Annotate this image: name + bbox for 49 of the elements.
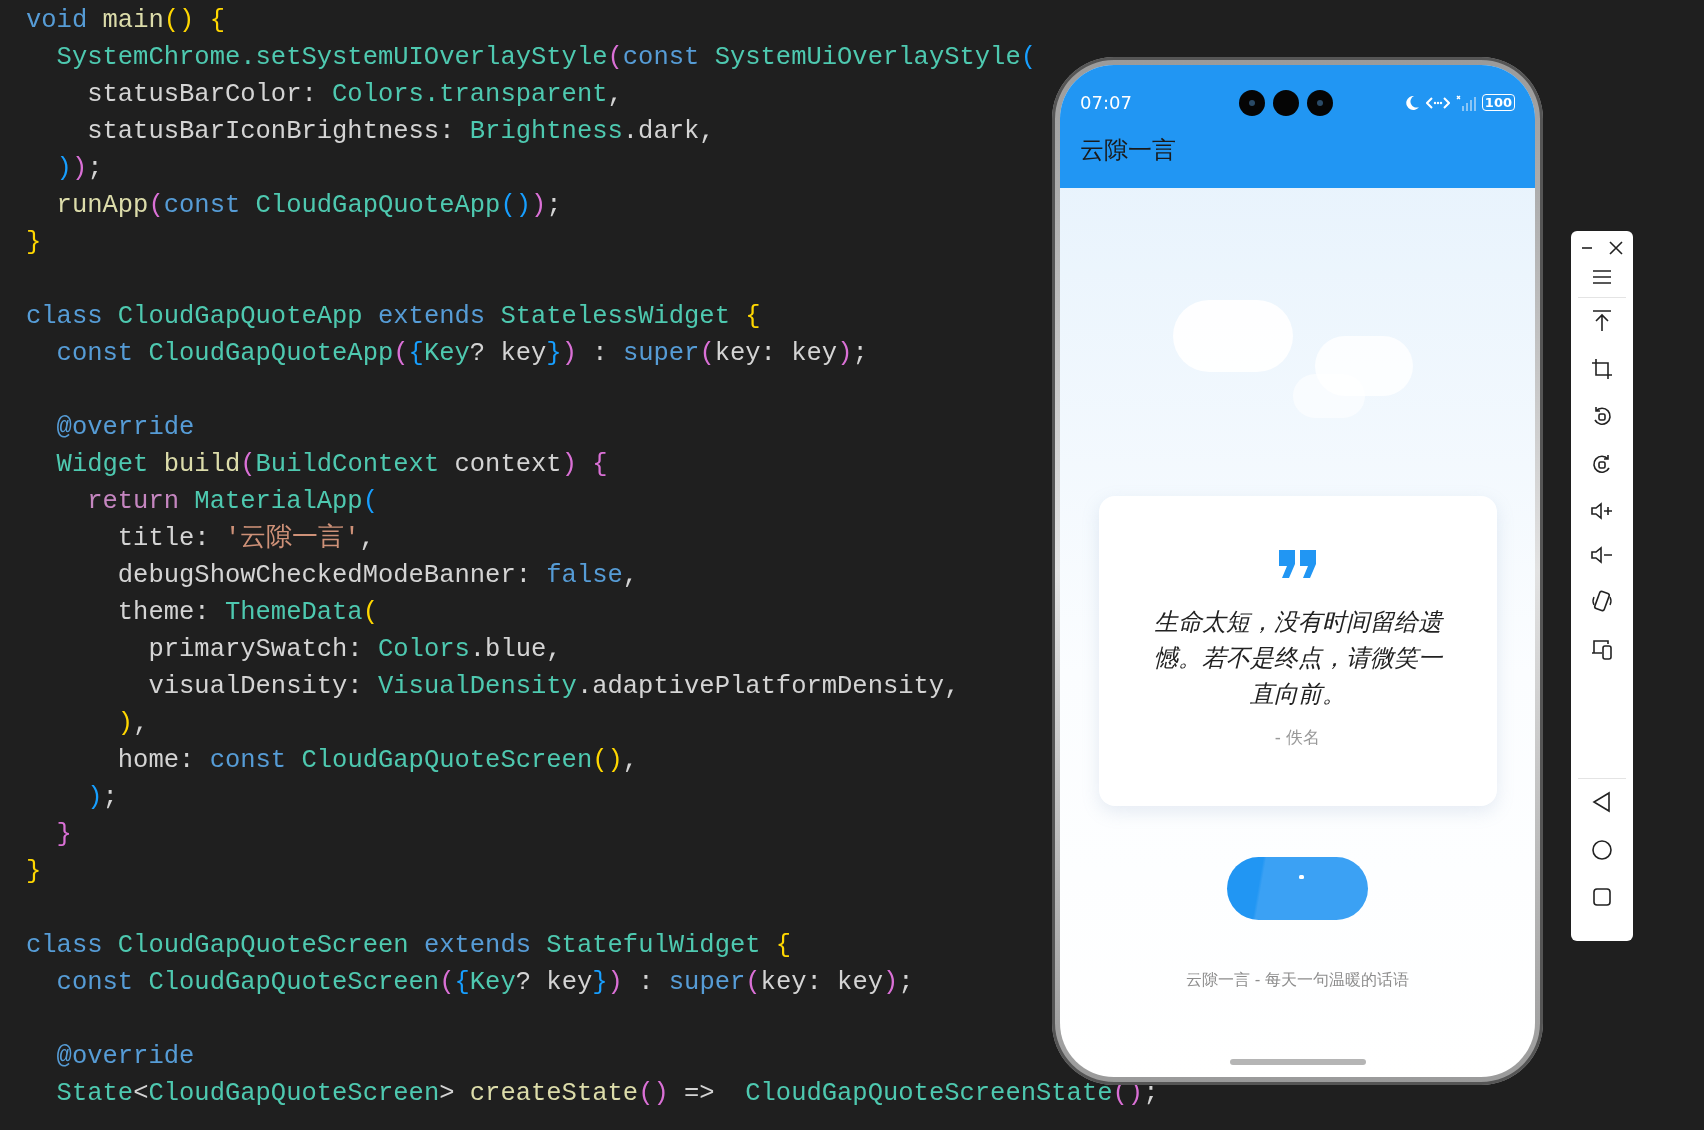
code-line: @override [55, 1041, 195, 1073]
code-line: const CloudGapQuoteApp({Key? key}) : super(key: key); [55, 338, 868, 370]
app-title: 云隙一言 [1080, 135, 1177, 166]
footer-text: 云隙一言 - 每天一句温暖的话语 [1185, 970, 1410, 991]
code-line: visualDensity: VisualDensity.adaptivePlatformDensity, [147, 671, 960, 703]
code-line: statusBarIconBrightness: Brightness.dark, [86, 116, 715, 148]
code-line: class CloudGapQuoteScreen extends StatefulWidget { [26, 930, 792, 962]
code-line: return MaterialApp( [86, 486, 378, 518]
code-line: const CloudGapQuoteScreen({Key? key}) : super(key: key); [55, 967, 914, 999]
loading-icon [1299, 875, 1304, 879]
code-line: debugShowCheckedModeBanner: false, [116, 560, 639, 592]
code-line: } [26, 856, 42, 888]
code-line: title: '云隙一言', [116, 522, 375, 555]
code-line: statusBarColor: Colors.transparent, [86, 79, 623, 111]
code-line: void main() { [26, 5, 225, 37]
arrow-up-icon[interactable] [1592, 310, 1612, 332]
quote-icon [1278, 550, 1317, 578]
quote-text: 生命太短，没有时间留给遗憾。若不是终点，请微笑一直向前。 [1152, 607, 1445, 710]
signal-icon [1455, 94, 1476, 111]
code-line: Widget build(BuildContext context) { [55, 449, 608, 481]
rotate-left-icon[interactable] [1591, 406, 1613, 428]
volume-up-icon[interactable] [1591, 502, 1613, 520]
code-line: } [55, 819, 72, 851]
code-line: } [26, 227, 42, 259]
devices-icon[interactable] [1591, 638, 1613, 660]
code-line: @override [55, 412, 195, 444]
crop-icon[interactable] [1591, 358, 1613, 380]
code-line: home: const CloudGapQuoteScreen(), [116, 745, 639, 777]
rotate-right-icon[interactable] [1591, 454, 1613, 476]
battery-level: 100 [1481, 94, 1515, 111]
moon-icon [1403, 94, 1420, 111]
code-line: class CloudGapQuoteApp extends StatelessWidget { [26, 301, 761, 333]
code-line: runApp(const CloudGapQuoteApp()); [55, 190, 562, 222]
quote-author: - 佚名 [1274, 726, 1321, 749]
recent-apps-icon[interactable] [1592, 887, 1612, 907]
volume-down-icon[interactable] [1591, 546, 1613, 564]
back-icon[interactable] [1592, 791, 1612, 813]
code-line: ), [116, 708, 149, 740]
close-icon[interactable] [1609, 241, 1623, 255]
code-line: SystemChrome.setSystemUIOverlayStyle(const SystemUiOverlayStyle( [55, 42, 1036, 74]
data-transfer-icon [1425, 95, 1450, 110]
code-line: theme: ThemeData( [116, 597, 378, 629]
code-line: primarySwatch: Colors.blue, [147, 634, 562, 666]
status-time: 07:07 [1080, 92, 1132, 113]
code-line: ); [86, 782, 118, 814]
phone-rotate-icon[interactable] [1591, 590, 1613, 612]
menu-icon[interactable] [1592, 269, 1612, 285]
home-icon[interactable] [1591, 839, 1613, 861]
code-line: )); [55, 153, 103, 185]
